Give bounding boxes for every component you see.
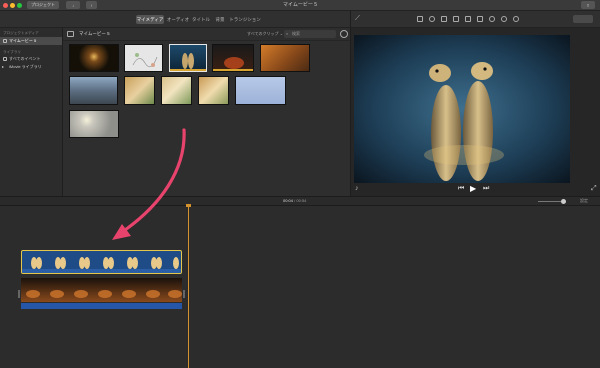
media-browser: マイムービー 5 すべてのクリップ ⌄ ⌕ 検索	[63, 28, 350, 196]
skip-back-icon[interactable]: ⏮	[458, 185, 464, 193]
browser-header: マイムービー 5 すべてのクリップ ⌄ ⌕ 検索	[63, 28, 350, 41]
clip-trim-handle-left[interactable]	[18, 290, 20, 298]
stabilization-icon[interactable]	[453, 16, 459, 22]
share-export-button[interactable]: ⇪	[581, 1, 595, 9]
settings-gear-icon[interactable]	[340, 30, 348, 38]
tab-audio-label: オーディオ	[166, 17, 190, 22]
timeline-settings-button[interactable]: 設定	[580, 198, 588, 204]
microphone-icon[interactable]: ♪	[355, 185, 359, 192]
viewer-panel: ⟋ ♪ ⏮ ▶ ⏭ ⤢	[350, 11, 600, 196]
adjustment-toolbar: ⟋	[351, 11, 600, 28]
tab-transitions[interactable]: トランジション	[229, 15, 261, 24]
playhead[interactable]	[188, 206, 189, 368]
media-thumbnail[interactable]	[69, 44, 119, 72]
sidebar-item-project[interactable]: マイムービー 5	[0, 37, 62, 45]
project-media-header: プロジェクトメディア	[3, 31, 39, 35]
tab-titles[interactable]: タイトル	[191, 15, 211, 24]
clip-filter-dropdown[interactable]: すべてのクリップ ⌄	[247, 31, 283, 37]
color-balance-icon[interactable]	[417, 16, 423, 22]
media-thumbnail[interactable]	[212, 44, 254, 72]
import-button[interactable]: ↓	[66, 1, 80, 9]
skip-forward-icon[interactable]: ⏭	[483, 185, 489, 193]
media-thumbnail[interactable]	[161, 76, 192, 105]
clip-filter-label: すべてのクリップ	[247, 31, 279, 36]
meerkat-preview-image	[354, 35, 570, 183]
media-thumbnail[interactable]	[124, 76, 155, 105]
timecode-readout: 00:04 / 00:54	[283, 198, 306, 203]
window-title: マイムービー 5	[282, 2, 318, 8]
chevron-down-icon: ⌄	[279, 31, 284, 36]
fire-filmstrip	[21, 278, 182, 302]
magic-wand-icon[interactable]: ⟋	[355, 15, 360, 23]
search-icon: ⌕	[286, 31, 289, 36]
info-icon[interactable]	[513, 16, 519, 22]
speed-icon[interactable]	[489, 16, 495, 22]
timeline-header: 00:04 / 00:54 設定	[0, 196, 600, 206]
audio-waveform-bar[interactable]	[21, 303, 182, 309]
share-icon: ↑	[90, 2, 93, 8]
current-time: 00:04	[283, 198, 294, 203]
search-placeholder: 検索	[292, 31, 300, 36]
timeline-area	[0, 206, 600, 368]
search-field[interactable]: ⌕ 検索	[284, 30, 336, 38]
tab-audio[interactable]: オーディオ	[166, 15, 190, 24]
minimize-window-button[interactable]	[10, 3, 15, 8]
reset-all-button[interactable]	[573, 15, 593, 23]
media-thumbnail[interactable]	[69, 76, 118, 105]
close-window-button[interactable]	[3, 3, 8, 8]
events-icon	[3, 57, 7, 61]
export-icon: ⇪	[586, 2, 590, 8]
sidebar-toggle-icon[interactable]	[67, 31, 74, 37]
clip-trim-handle-right[interactable]	[183, 290, 185, 298]
projects-button[interactable]: プロジェクト	[27, 1, 59, 9]
disclosure-triangle-icon[interactable]: ▸	[2, 63, 4, 71]
imovie-window: プロジェクト ↓ ↑ マイムービー 5 ⇪ マイメディア オーディオ タイトル …	[0, 0, 600, 368]
tab-transitions-label: トランジション	[229, 17, 261, 22]
library-sidebar: プロジェクトメディア マイムービー 5 ライブラリ すべてのイベント ▸ iMo…	[0, 28, 63, 196]
tab-backgrounds[interactable]: 背景	[213, 15, 227, 24]
projects-button-label: プロジェクト	[31, 2, 55, 7]
video-preview	[354, 35, 570, 183]
sidebar-item-imovie-library[interactable]: ▸ iMovie ライブラリ	[0, 63, 62, 71]
fullscreen-icon[interactable]: ⤢	[591, 185, 597, 193]
crop-icon[interactable]	[441, 16, 447, 22]
tab-backgrounds-label: 背景	[215, 17, 225, 22]
tab-my-media[interactable]: マイメディア	[136, 15, 164, 24]
timeline-clip-fire[interactable]	[21, 278, 182, 302]
color-correction-icon[interactable]	[429, 16, 435, 22]
total-time: 00:54	[296, 198, 307, 203]
meerkat-filmstrip	[22, 257, 181, 273]
used-clip-bar	[170, 69, 206, 71]
media-thumbnail-selected[interactable]	[169, 44, 207, 72]
used-clip-bar	[213, 69, 253, 71]
title-bar: プロジェクト ↓ ↑ マイムービー 5 ⇪	[0, 0, 600, 11]
media-thumbnail[interactable]	[198, 76, 229, 105]
import-icon: ↓	[72, 2, 74, 8]
timeline-clip-meerkats[interactable]	[21, 250, 182, 274]
filter-icon[interactable]	[501, 16, 507, 22]
sidebar-item-all-events[interactable]: すべてのイベント	[0, 55, 62, 63]
noise-reduction-icon[interactable]	[477, 16, 483, 22]
share-button[interactable]: ↑	[86, 1, 97, 9]
zoom-window-button[interactable]	[17, 3, 22, 8]
meerkat-image	[182, 53, 194, 69]
fire-image	[224, 57, 244, 69]
media-thumbnail[interactable]	[235, 76, 286, 105]
film-icon	[3, 39, 7, 43]
browser-title: マイムービー 5	[79, 31, 110, 36]
sketch-image	[132, 53, 158, 68]
media-thumbnail[interactable]	[124, 44, 163, 72]
sidebar-item-imovie-library-label: iMovie ライブラリ	[9, 64, 42, 69]
play-icon[interactable]: ▶	[470, 184, 476, 193]
tab-titles-label: タイトル	[192, 17, 210, 22]
sidebar-item-all-events-label: すべてのイベント	[9, 56, 41, 61]
media-thumbnail[interactable]	[69, 110, 119, 138]
playhead-top-marker[interactable]	[186, 204, 191, 207]
volume-icon[interactable]	[465, 16, 471, 22]
media-thumbnail[interactable]	[260, 44, 310, 72]
tab-my-media-label: マイメディア	[136, 17, 164, 22]
playback-controls: ♪ ⏮ ▶ ⏭ ⤢	[351, 184, 600, 196]
zoom-slider-knob[interactable]	[561, 199, 566, 204]
sidebar-item-project-label: マイムービー 5	[9, 38, 37, 43]
